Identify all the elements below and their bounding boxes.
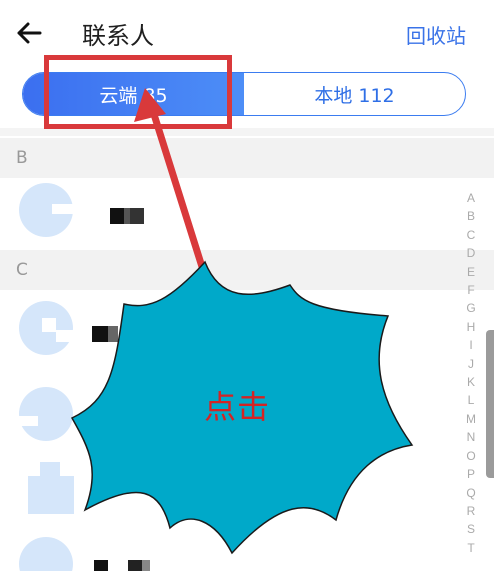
alphabet-index-letter[interactable]: E — [464, 263, 478, 281]
alphabet-index-letter[interactable]: O — [464, 447, 478, 465]
alphabet-index-letter[interactable]: J — [464, 355, 478, 373]
contact-avatar — [18, 387, 73, 441]
alphabet-index-letter[interactable]: F — [464, 281, 478, 299]
contact-row[interactable] — [0, 294, 460, 364]
alphabet-index-letter[interactable]: A — [464, 189, 478, 207]
contact-row[interactable] — [0, 524, 460, 571]
alphabet-index-letter[interactable]: N — [464, 428, 478, 446]
alphabet-index-letter[interactable]: B — [464, 207, 478, 225]
back-arrow-icon[interactable] — [14, 18, 44, 48]
alphabet-index-letter[interactable]: L — [464, 391, 478, 409]
alphabet-index-letter[interactable]: P — [464, 465, 478, 483]
section-divider — [0, 128, 494, 136]
contact-avatar — [19, 183, 74, 237]
group-header-c: C — [0, 250, 494, 290]
alphabet-index-letter[interactable]: R — [464, 502, 478, 520]
alphabet-index-letter[interactable]: S — [464, 520, 478, 538]
contact-name-redacted — [92, 326, 132, 342]
alphabet-index-letter[interactable]: C — [464, 226, 478, 244]
tab-local[interactable]: 本地 112 — [244, 73, 465, 115]
contact-avatar — [19, 537, 73, 571]
alphabet-index[interactable]: ABCDEFGHIJKLMNOPQRST — [464, 189, 478, 557]
annotation-click-label: 点击 — [204, 388, 271, 426]
alphabet-index-letter[interactable]: T — [464, 539, 478, 557]
group-header-b: B — [0, 138, 494, 178]
alphabet-index-letter[interactable]: Q — [464, 484, 478, 502]
contact-avatar — [19, 301, 74, 355]
alphabet-index-letter[interactable]: D — [464, 244, 478, 262]
scrollbar-handle[interactable] — [486, 330, 494, 478]
alphabet-index-letter[interactable]: G — [464, 299, 478, 317]
contact-name-redacted — [94, 560, 154, 571]
contact-avatar — [28, 462, 74, 514]
contact-row[interactable] — [0, 452, 460, 522]
alphabet-index-letter[interactable]: M — [464, 410, 478, 428]
alphabet-index-letter[interactable]: K — [464, 373, 478, 391]
contact-name-redacted — [110, 208, 144, 224]
alphabet-index-letter[interactable]: H — [464, 318, 478, 336]
annotation-highlight-box — [44, 55, 232, 129]
page-title: 联系人 — [82, 22, 154, 50]
recycle-bin-link[interactable]: 回收站 — [406, 20, 466, 49]
alphabet-index-letter[interactable]: I — [464, 336, 478, 354]
contact-row[interactable] — [0, 178, 460, 248]
